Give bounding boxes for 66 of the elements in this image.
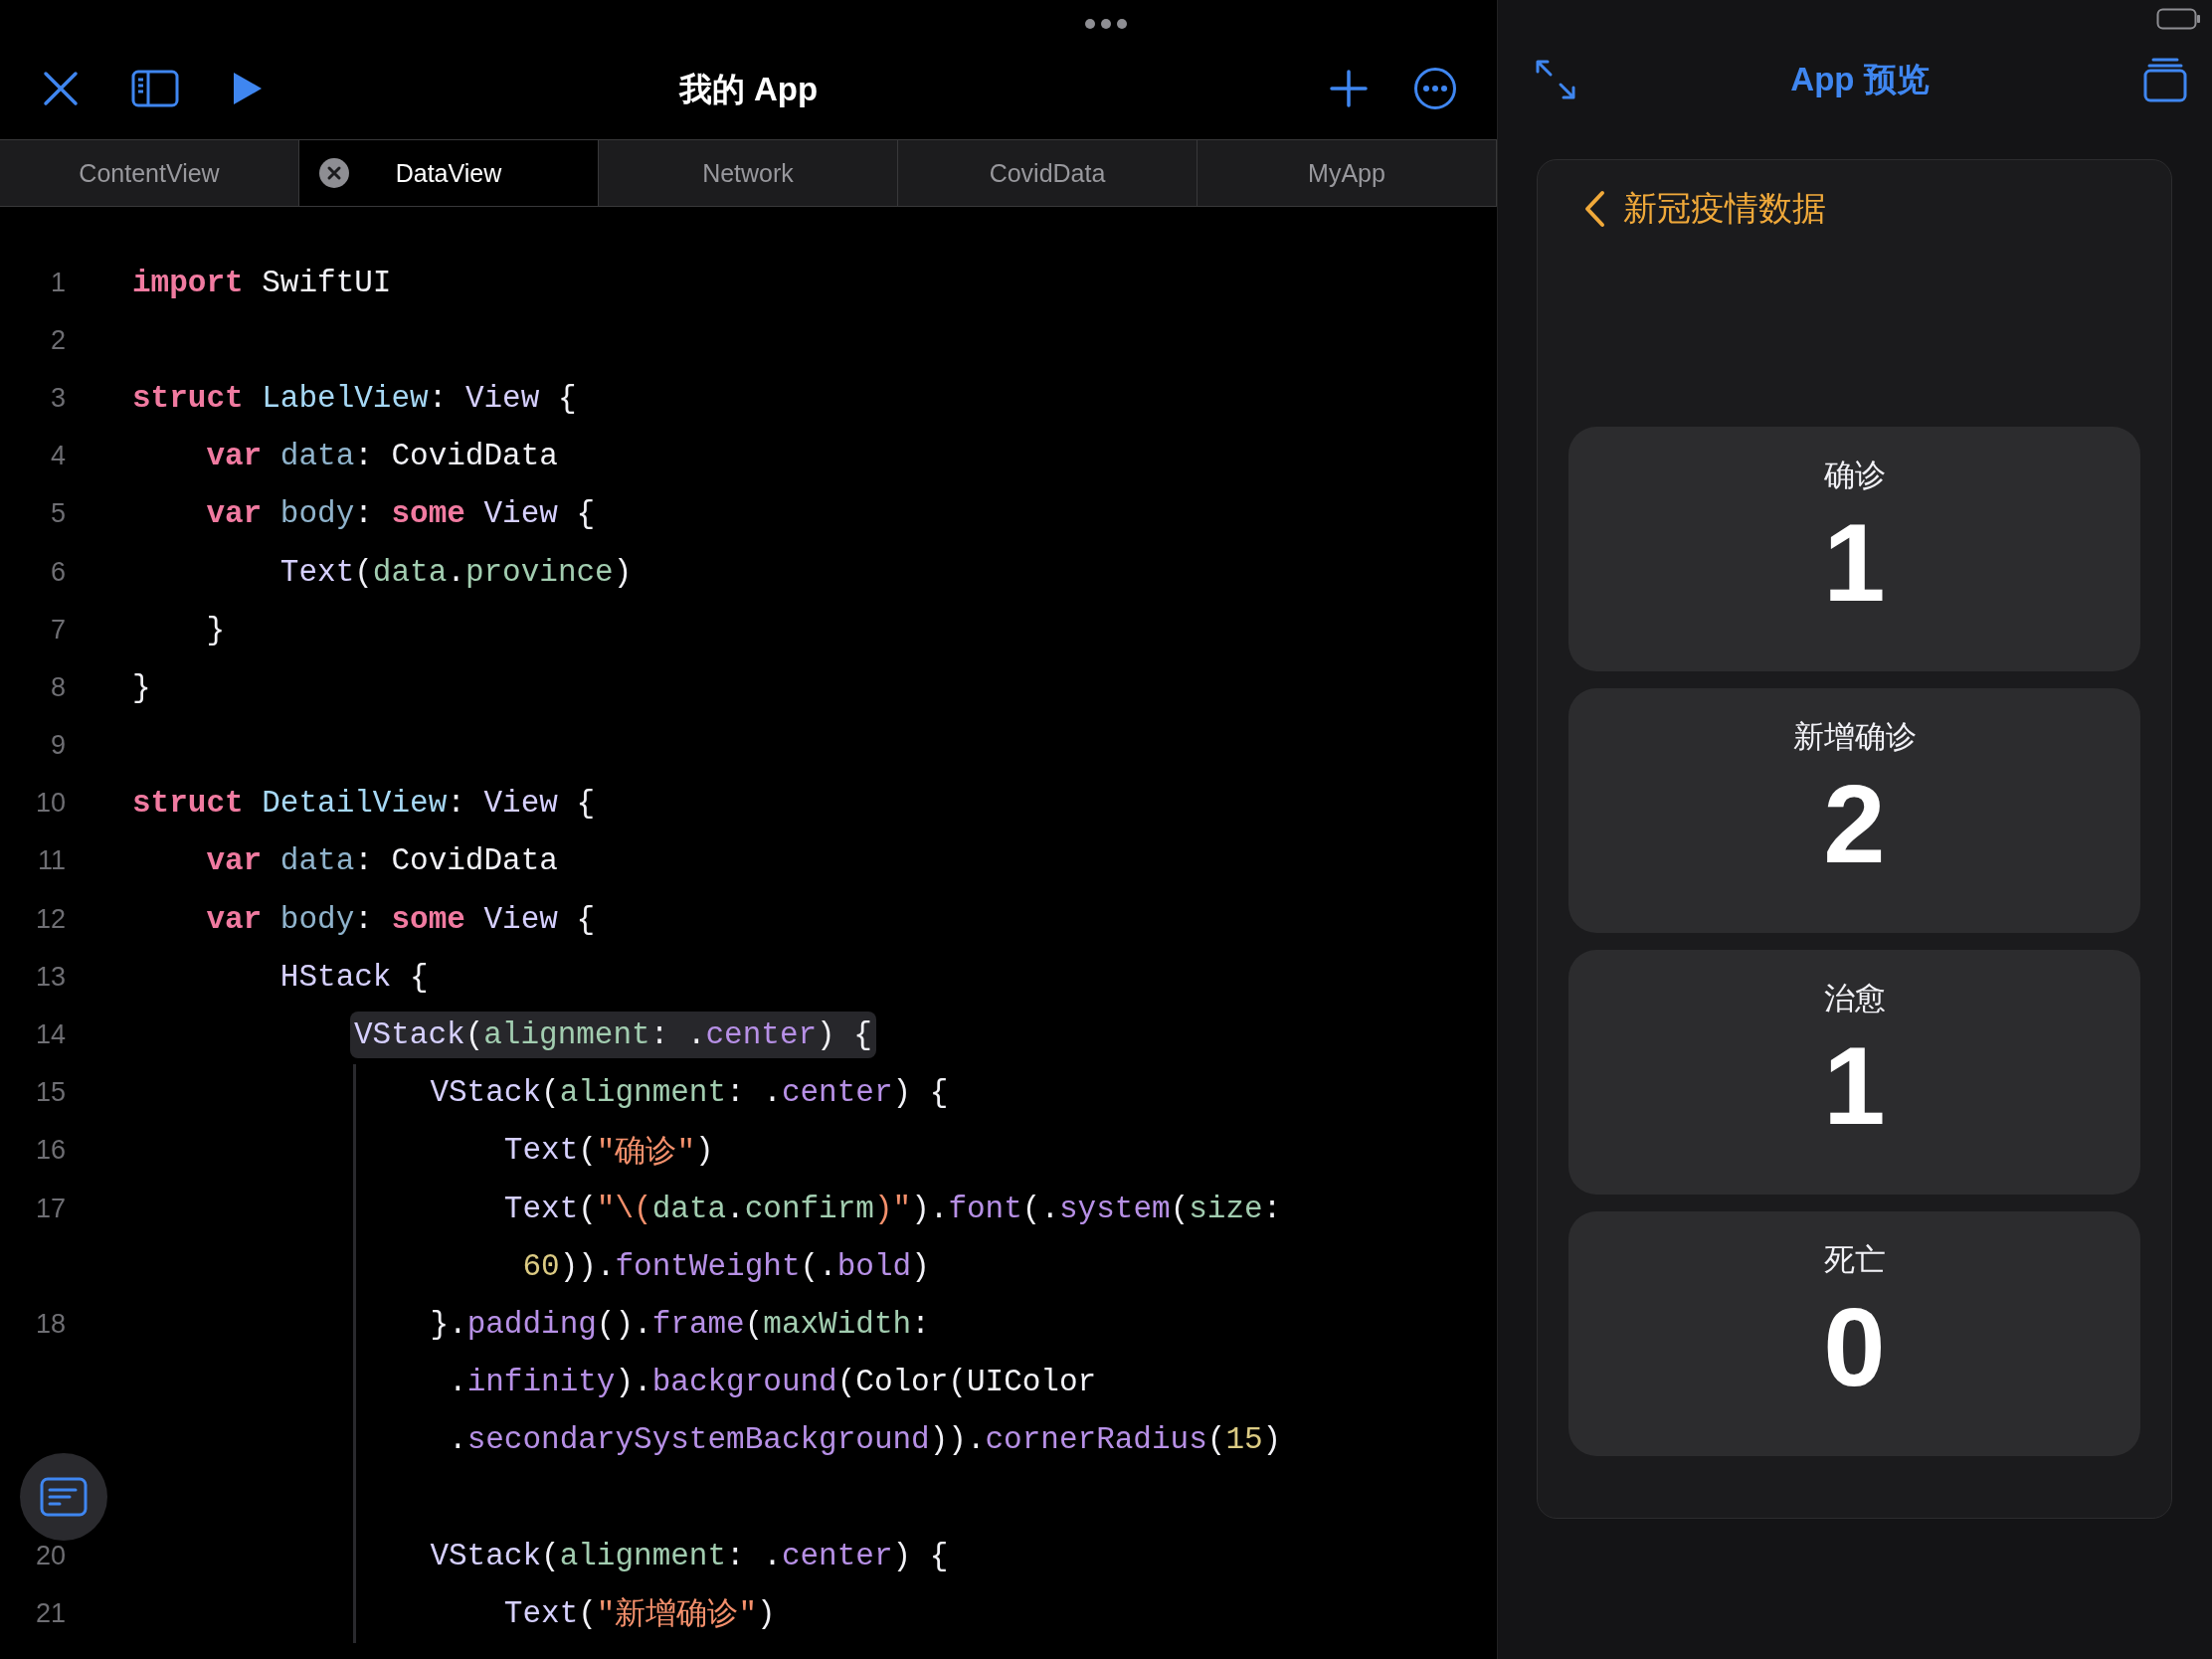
code-line: HStack {	[278, 958, 429, 997]
line-number: 6	[50, 556, 66, 587]
sidebar-icon[interactable]	[131, 70, 179, 107]
line-number: 1	[50, 267, 66, 297]
play-icon[interactable]	[232, 71, 264, 106]
line-number: 2	[50, 324, 66, 355]
battery-icon	[2156, 8, 2202, 30]
line-number: 18	[35, 1308, 66, 1339]
file-tab[interactable]: DataView	[299, 140, 599, 206]
add-icon[interactable]	[1330, 70, 1368, 107]
close-icon[interactable]	[43, 71, 79, 106]
code-line: struct LabelView: View {	[132, 379, 577, 418]
expand-icon[interactable]	[1535, 59, 1576, 100]
back-chevron-icon[interactable]	[1583, 190, 1605, 228]
stat-label: 确诊	[1823, 457, 1886, 494]
line-number: 17	[35, 1193, 66, 1223]
code-line: VStack(alignment: .center) {	[429, 1075, 949, 1111]
line-number: 3	[50, 382, 66, 413]
code-line: }	[205, 611, 225, 649]
line-number: 12	[35, 903, 66, 934]
line-number: 9	[50, 730, 66, 761]
code-line: var data: CovidData	[205, 438, 558, 476]
code-line: 60)).fontWeight(.bold)	[521, 1248, 930, 1284]
stat-value: 1	[1823, 1027, 1886, 1145]
code-line: }	[132, 668, 151, 707]
document-icon	[40, 1477, 88, 1517]
code-line: Text(data.province)	[278, 553, 633, 592]
line-number: 20	[35, 1540, 66, 1570]
line-number: 8	[50, 671, 66, 702]
file-tab[interactable]: Network	[599, 140, 898, 206]
code-line: }.padding().frame(maxWidth:	[429, 1306, 930, 1342]
line-number: 15	[35, 1077, 66, 1108]
code-line: var data: CovidData	[205, 842, 558, 881]
code-line: Text("新增确诊")	[502, 1594, 776, 1635]
code-line: import SwiftUI	[132, 264, 392, 302]
code-line: .secondarySystemBackground)).cornerRadius(15)	[448, 1422, 1282, 1458]
code-line: VStack(alignment: .center) {	[429, 1538, 949, 1573]
multitask-dots-icon[interactable]	[1084, 18, 1128, 30]
stat-label: 治愈	[1823, 980, 1886, 1017]
code-line: var body: some View {	[205, 495, 596, 534]
line-number: 21	[35, 1597, 66, 1628]
file-tab[interactable]: CovidData	[898, 140, 1198, 206]
line-number: 11	[37, 845, 66, 876]
stat-label: 死亡	[1823, 1241, 1886, 1279]
more-icon[interactable]	[1413, 67, 1457, 110]
close-tab-icon[interactable]	[319, 158, 349, 188]
code-line: Text("\(data.confirm)").font(.system(size:	[502, 1191, 1282, 1226]
line-number: 16	[35, 1135, 66, 1166]
stat-label: 新增确诊	[1792, 718, 1917, 756]
code-line: Text("确诊")	[502, 1132, 714, 1172]
line-number: 5	[50, 498, 66, 529]
code-line: var body: some View {	[205, 900, 596, 939]
window-title: 我的 App	[678, 70, 819, 109]
stat-value: 0	[1823, 1289, 1886, 1406]
code-line: struct DetailView: View {	[132, 785, 596, 824]
code-line: .infinity).background(Color(UIColor	[448, 1365, 1097, 1400]
line-number: 10	[35, 788, 66, 819]
preview-title: App 预览	[1790, 59, 1930, 99]
line-number: 13	[35, 961, 66, 992]
windows-icon[interactable]	[2143, 57, 2187, 102]
line-number: 4	[50, 441, 66, 471]
line-number: 14	[35, 1019, 66, 1050]
stat-value: 2	[1823, 766, 1886, 883]
stat-value: 1	[1823, 504, 1886, 622]
back-link[interactable]: 新冠疫情数据	[1623, 186, 1826, 232]
line-number: 7	[50, 614, 66, 645]
